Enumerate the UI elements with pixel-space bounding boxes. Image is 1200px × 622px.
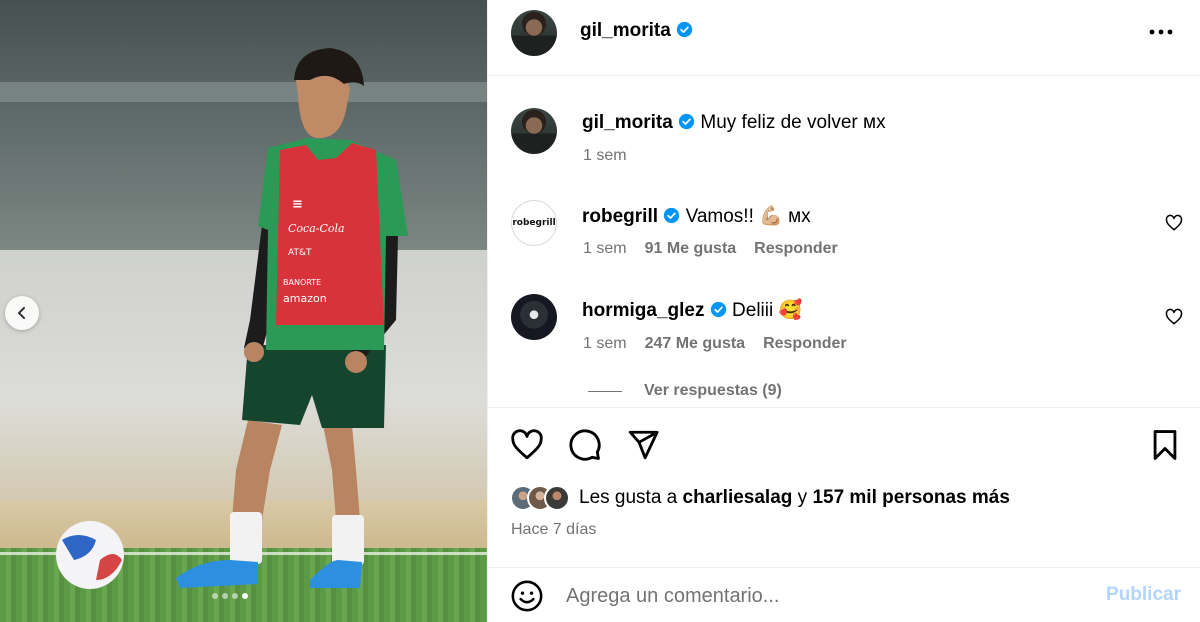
comment-time: 1 sem	[583, 240, 627, 257]
caption-author-avatar[interactable]	[511, 108, 557, 154]
caption-text: Muy feliz de volver	[700, 112, 858, 133]
caption-username[interactable]: gil_morita	[582, 112, 673, 133]
verified-icon	[710, 301, 726, 318]
comment-username[interactable]: robegrill	[582, 206, 658, 227]
comment-like-heart-icon[interactable]	[1165, 214, 1183, 232]
comments-section: gil_morita Muy feliz de volver ᴍx 1 sem …	[488, 77, 1200, 407]
comment-meta: 1 sem 91 Me gusta Responder	[583, 240, 838, 258]
comment-likes[interactable]: 91 Me gusta	[645, 240, 737, 258]
post-photo: ≡ Coca-Cola AT&T BANORTE amazon	[0, 0, 487, 622]
replies-divider	[588, 390, 622, 392]
chevron-left-icon	[18, 307, 25, 319]
post-panel: gil_morita gil_morita Muy feliz de volve…	[487, 0, 1200, 622]
comment-likes[interactable]: 247 Me gusta	[645, 335, 745, 353]
comment-emoji: 🥰	[778, 300, 803, 321]
more-options-icon[interactable]	[1147, 22, 1175, 42]
verified-icon	[678, 113, 695, 130]
share-icon[interactable]	[626, 428, 660, 462]
carousel-dot	[222, 593, 228, 599]
svg-text:amazon: amazon	[283, 292, 327, 305]
post-actions: Les gusta a charliesalag y 157 mil perso…	[488, 407, 1200, 567]
post-timestamp[interactable]: Hace 7 días	[511, 521, 596, 539]
comment-item: hormiga_glez Deliii 🥰	[582, 298, 802, 322]
svg-text:≡: ≡	[292, 197, 303, 212]
liker-avatar	[544, 485, 570, 511]
comment-meta: 1 sem 247 Me gusta Responder	[583, 335, 847, 353]
comment-input[interactable]	[566, 580, 1086, 612]
verified-icon	[676, 21, 693, 38]
carousel-prev-button[interactable]	[5, 296, 39, 330]
carousel-indicator	[212, 593, 248, 599]
comment-text: Vamos!!	[685, 206, 754, 227]
svg-text:AT&T: AT&T	[288, 248, 312, 258]
verified-icon	[664, 207, 680, 224]
comment-avatar-robegrill[interactable]: robegrill	[511, 200, 557, 246]
likes-text: Les gusta a charliesalag y 157 mil perso…	[579, 487, 1010, 509]
svg-text:BANORTE: BANORTE	[283, 278, 321, 287]
caption: gil_morita Muy feliz de volver ᴍx	[582, 112, 886, 134]
author-username[interactable]: gil_morita	[580, 20, 671, 41]
likes-summary: Les gusta a charliesalag y 157 mil perso…	[510, 485, 1010, 511]
carousel-dot	[232, 593, 238, 599]
comment-emoji: 💪🏼	[759, 206, 783, 227]
emoji-icon[interactable]	[510, 579, 544, 613]
author-username-row[interactable]: gil_morita	[580, 20, 693, 42]
view-replies-button[interactable]: Ver respuestas (9)	[588, 382, 782, 400]
likes-prefix: Les gusta a	[579, 487, 678, 508]
carousel-dot-active	[242, 593, 248, 599]
comment-avatar-hormiga[interactable]	[511, 294, 557, 340]
comment-like-heart-icon[interactable]	[1165, 308, 1183, 326]
reply-button[interactable]: Responder	[763, 335, 847, 353]
svg-text:Coca-Cola: Coca-Cola	[288, 222, 345, 235]
heart-icon[interactable]	[510, 428, 544, 462]
comment-username[interactable]: hormiga_glez	[582, 300, 704, 321]
reply-button[interactable]: Responder	[754, 240, 838, 258]
carousel-dot	[212, 593, 218, 599]
likes-count-button[interactable]: 157 mil personas más	[812, 487, 1010, 508]
soccer-player-figure: ≡ Coca-Cola AT&T BANORTE amazon	[56, 48, 408, 589]
bookmark-icon[interactable]	[1148, 428, 1182, 462]
comment-flag: ᴍx	[788, 206, 811, 227]
likes-connector: y	[797, 487, 808, 508]
view-replies-label[interactable]: Ver respuestas (9)	[644, 382, 782, 400]
caption-flag: ᴍx	[863, 112, 886, 133]
comment-item: robegrill Vamos!! 💪🏼 ᴍx	[582, 204, 811, 228]
comment-text: Deliii	[732, 300, 774, 321]
liker-username[interactable]: charliesalag	[683, 487, 793, 508]
avatar-logo-text: robegrill	[512, 218, 556, 228]
post-header: gil_morita	[488, 0, 1200, 76]
caption-meta: 1 sem	[583, 147, 627, 165]
comment-time: 1 sem	[583, 335, 627, 352]
caption-time: 1 sem	[583, 147, 627, 164]
author-avatar[interactable]	[511, 10, 557, 56]
comment-icon[interactable]	[568, 428, 602, 462]
publish-button[interactable]: Publicar	[1106, 584, 1181, 606]
comment-composer: Publicar	[488, 567, 1200, 622]
